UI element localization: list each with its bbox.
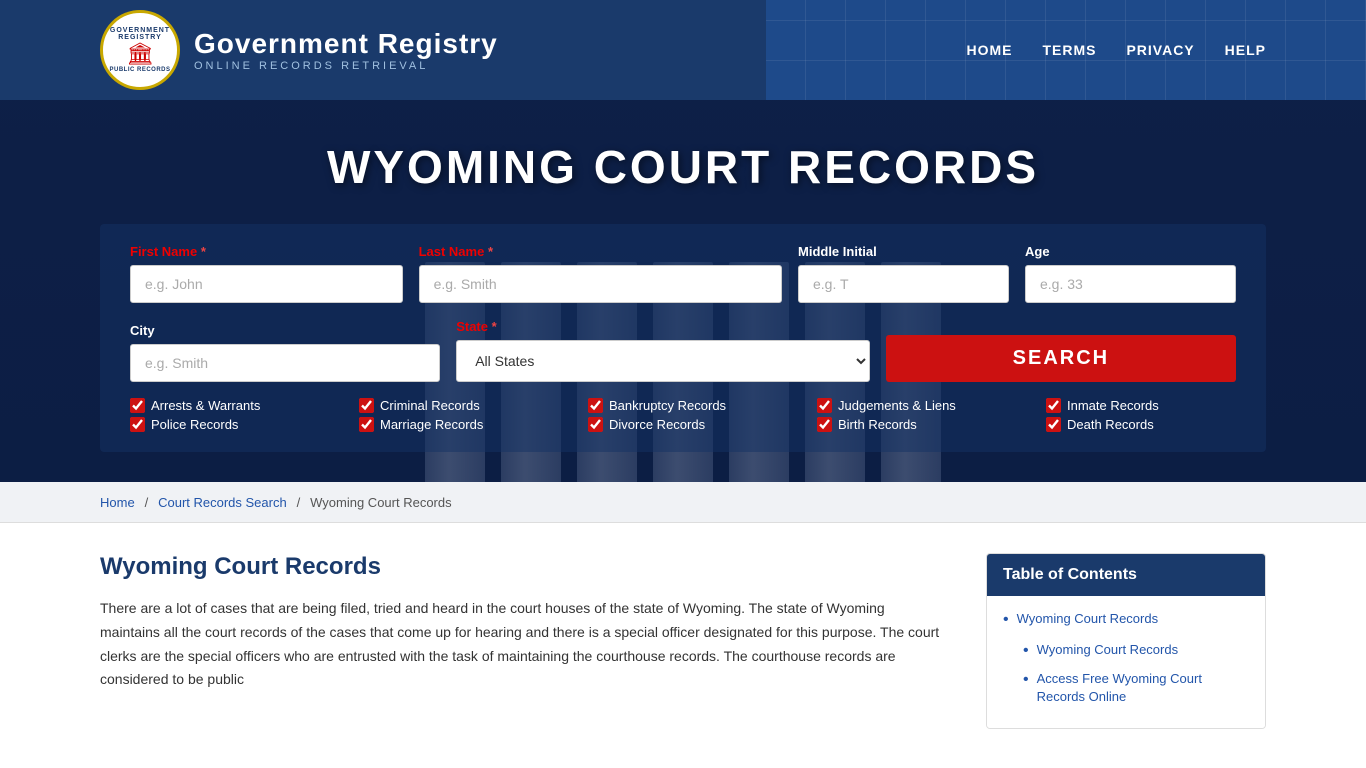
checkbox-col-3: Judgements & Liens Birth Records [817, 398, 1007, 432]
toc-link-2[interactable]: Wyoming Court Records [1037, 641, 1178, 659]
checkbox-death-label: Death Records [1067, 417, 1154, 432]
city-label: City [130, 323, 440, 338]
toc-bullet-3: • [1023, 670, 1029, 691]
toc-list: • Wyoming Court Records • Wyoming Court … [987, 596, 1265, 728]
checkbox-col-2: Bankruptcy Records Divorce Records [588, 398, 778, 432]
toc-link-3[interactable]: Access Free Wyoming Court Records Online [1037, 670, 1249, 706]
breadcrumb: Home / Court Records Search / Wyoming Co… [0, 482, 1366, 523]
site-header: Government Registry 🏛 Public Records Gov… [0, 0, 1366, 100]
checkbox-inmate[interactable]: Inmate Records [1046, 398, 1236, 413]
checkbox-death[interactable]: Death Records [1046, 417, 1236, 432]
checkbox-judgements[interactable]: Judgements & Liens [817, 398, 1007, 413]
checkbox-police-label: Police Records [151, 417, 238, 432]
checkbox-judgements-label: Judgements & Liens [838, 398, 956, 413]
article-title: Wyoming Court Records [100, 553, 946, 581]
breadcrumb-sep-2: / [297, 495, 301, 510]
logo-circle: Government Registry 🏛 Public Records [100, 10, 180, 90]
nav-home[interactable]: HOME [966, 42, 1012, 58]
checkbox-bankruptcy-label: Bankruptcy Records [609, 398, 726, 413]
checkbox-divorce[interactable]: Divorce Records [588, 417, 778, 432]
form-row-1: First Name * Last Name * Middle Initial … [130, 244, 1236, 303]
checkbox-police[interactable]: Police Records [130, 417, 320, 432]
toc-header: Table of Contents [987, 554, 1265, 596]
logo-bottom-text: Public Records [103, 67, 177, 73]
city-input[interactable] [130, 344, 440, 382]
checkbox-marriage-input[interactable] [359, 417, 374, 432]
checkbox-birth-label: Birth Records [838, 417, 917, 432]
checkbox-criminal[interactable]: Criminal Records [359, 398, 549, 413]
breadcrumb-court-records[interactable]: Court Records Search [158, 495, 287, 510]
checkbox-birth[interactable]: Birth Records [817, 417, 1007, 432]
toc-bullet-2: • [1023, 641, 1029, 662]
toc-item-2: • Wyoming Court Records [1023, 641, 1249, 662]
toc-link-1[interactable]: Wyoming Court Records [1017, 610, 1158, 628]
state-label: State * [456, 319, 870, 334]
middle-initial-group: Middle Initial [798, 244, 1009, 303]
toc-item-1: • Wyoming Court Records [1003, 610, 1249, 631]
logo-top-text: Government Registry [103, 27, 177, 41]
search-button[interactable]: SEARCH [886, 335, 1236, 382]
checkbox-bankruptcy[interactable]: Bankruptcy Records [588, 398, 778, 413]
main-nav: HOME TERMS PRIVACY HELP [966, 42, 1266, 58]
checkbox-area: Arrests & Warrants Police Records Crimin… [130, 398, 1236, 432]
hero-section: Wyoming Court Records First Name * Last … [0, 100, 1366, 482]
nav-help[interactable]: HELP [1225, 42, 1266, 58]
first-name-input[interactable] [130, 265, 403, 303]
logo-area: Government Registry 🏛 Public Records Gov… [100, 10, 498, 90]
checkbox-col-4: Inmate Records Death Records [1046, 398, 1236, 432]
toc-sub: • Wyoming Court Records • Access Free Wy… [1023, 641, 1249, 706]
building-icon: 🏛 [103, 41, 177, 67]
checkbox-death-input[interactable] [1046, 417, 1061, 432]
checkbox-inmate-input[interactable] [1046, 398, 1061, 413]
checkbox-judgements-input[interactable] [817, 398, 832, 413]
breadcrumb-sep-1: / [145, 495, 149, 510]
checkbox-arrests-input[interactable] [130, 398, 145, 413]
age-label: Age [1025, 244, 1236, 259]
middle-initial-input[interactable] [798, 265, 1009, 303]
brand-sub: Online Records Retrieval [194, 60, 498, 72]
checkbox-col-1: Criminal Records Marriage Records [359, 398, 549, 432]
content-area: Wyoming Court Records There are a lot of… [0, 523, 1366, 759]
checkbox-marriage-label: Marriage Records [380, 417, 483, 432]
state-select[interactable]: All States Wyoming [456, 340, 870, 382]
brand-name: Government Registry [194, 28, 498, 60]
age-input[interactable] [1025, 265, 1236, 303]
last-name-input[interactable] [419, 265, 782, 303]
city-group: City [130, 323, 440, 382]
state-group: State * All States Wyoming [456, 319, 870, 382]
first-name-group: First Name * [130, 244, 403, 303]
checkbox-inmate-label: Inmate Records [1067, 398, 1159, 413]
middle-initial-label: Middle Initial [798, 244, 1009, 259]
nav-privacy[interactable]: PRIVACY [1126, 42, 1194, 58]
checkbox-criminal-input[interactable] [359, 398, 374, 413]
checkbox-bankruptcy-input[interactable] [588, 398, 603, 413]
form-row-2: City State * All States Wyoming SEARCH [130, 319, 1236, 382]
breadcrumb-current: Wyoming Court Records [310, 495, 451, 510]
hero-content: Wyoming Court Records First Name * Last … [100, 140, 1266, 452]
checkbox-arrests-label: Arrests & Warrants [151, 398, 260, 413]
breadcrumb-home[interactable]: Home [100, 495, 135, 510]
toc-sidebar: Table of Contents • Wyoming Court Record… [986, 553, 1266, 729]
brand-text: Government Registry Online Records Retri… [194, 28, 498, 72]
last-name-label: Last Name * [419, 244, 782, 259]
article-body: There are a lot of cases that are being … [100, 597, 946, 692]
search-form: First Name * Last Name * Middle Initial … [100, 224, 1266, 452]
checkbox-marriage[interactable]: Marriage Records [359, 417, 549, 432]
nav-terms[interactable]: TERMS [1042, 42, 1096, 58]
checkbox-divorce-label: Divorce Records [609, 417, 705, 432]
toc-item-3: • Access Free Wyoming Court Records Onli… [1023, 670, 1249, 706]
checkbox-birth-input[interactable] [817, 417, 832, 432]
last-name-group: Last Name * [419, 244, 782, 303]
age-group: Age [1025, 244, 1236, 303]
checkbox-arrests[interactable]: Arrests & Warrants [130, 398, 320, 413]
checkbox-criminal-label: Criminal Records [380, 398, 480, 413]
checkbox-col-0: Arrests & Warrants Police Records [130, 398, 320, 432]
checkbox-divorce-input[interactable] [588, 417, 603, 432]
logo-inner: Government Registry 🏛 Public Records [103, 27, 177, 73]
toc-bullet-1: • [1003, 610, 1009, 631]
main-article: Wyoming Court Records There are a lot of… [100, 553, 986, 692]
checkbox-police-input[interactable] [130, 417, 145, 432]
hero-title: Wyoming Court Records [100, 140, 1266, 194]
first-name-label: First Name * [130, 244, 403, 259]
